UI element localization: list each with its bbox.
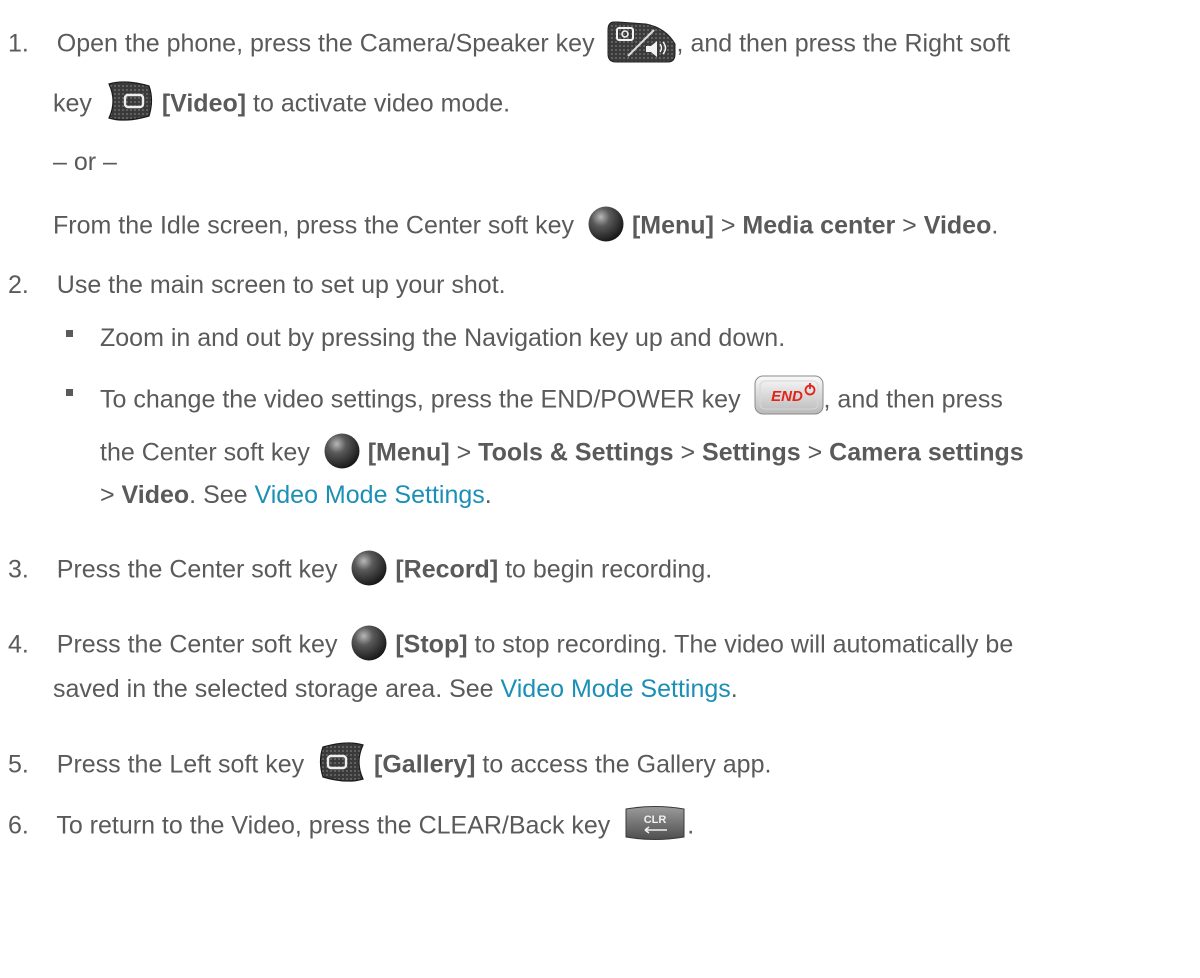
step-number: 1. xyxy=(8,29,29,58)
instruction-page: 1. Open the phone, press the Camera/Spea… xyxy=(0,0,1200,978)
step-3-line: 3. Press the Center soft key [Record] to… xyxy=(8,549,712,587)
step-1-line-3: From the Idle screen, press the Center s… xyxy=(53,205,998,243)
video-mode-settings-link[interactable]: Video Mode Settings xyxy=(255,481,485,509)
left-soft-key-icon xyxy=(317,741,367,783)
step-2-bullet-2-line-2: the Center soft key [Menu] > Tools & Set… xyxy=(100,432,1024,470)
video-mode-settings-link[interactable]: Video Mode Settings xyxy=(501,675,731,703)
right-soft-key-icon xyxy=(105,80,155,122)
step-2-bullet-2-line-1: To change the video settings, press the … xyxy=(100,375,1003,415)
end-key-label: END xyxy=(771,388,803,405)
step-1-line-1: 1. Open the phone, press the Camera/Spea… xyxy=(8,21,1010,63)
clr-key-label: CLR xyxy=(644,814,667,826)
step-5-line: 5. Press the Left soft key [Gallery] to … xyxy=(8,742,771,782)
step-2-line: 2. Use the main screen to set up your sh… xyxy=(8,271,506,299)
step-6-line: 6. To return to the Video, press the CLE… xyxy=(8,806,694,841)
end-power-key-icon: END xyxy=(754,374,824,416)
center-soft-key-icon xyxy=(350,624,388,662)
step-1-line-2: key [Video] to activate video mode. xyxy=(53,81,510,121)
step-4-line-2: saved in the selected storage area. See … xyxy=(53,675,738,703)
step-4-line-1: 4. Press the Center soft key [Stop] to s… xyxy=(8,624,1013,662)
center-soft-key-icon xyxy=(587,205,625,243)
camera-speaker-key-icon xyxy=(606,20,677,64)
step-number: 3. xyxy=(8,555,29,584)
step-number: 4. xyxy=(8,630,29,659)
step-2-bullet-1: Zoom in and out by pressing the Navigati… xyxy=(100,324,786,352)
center-soft-key-icon xyxy=(323,432,361,470)
bullet-marker xyxy=(66,330,73,337)
step-number: 6. xyxy=(8,811,29,840)
step-number: 5. xyxy=(8,750,29,779)
step-number: 2. xyxy=(8,271,29,299)
clear-back-key-icon: CLR xyxy=(623,803,687,843)
step-2-bullet-2-line-3: > Video. See Video Mode Settings. xyxy=(100,481,492,509)
center-soft-key-icon xyxy=(350,549,388,587)
or-separator: – or – xyxy=(53,148,117,176)
bullet-marker xyxy=(66,389,73,396)
